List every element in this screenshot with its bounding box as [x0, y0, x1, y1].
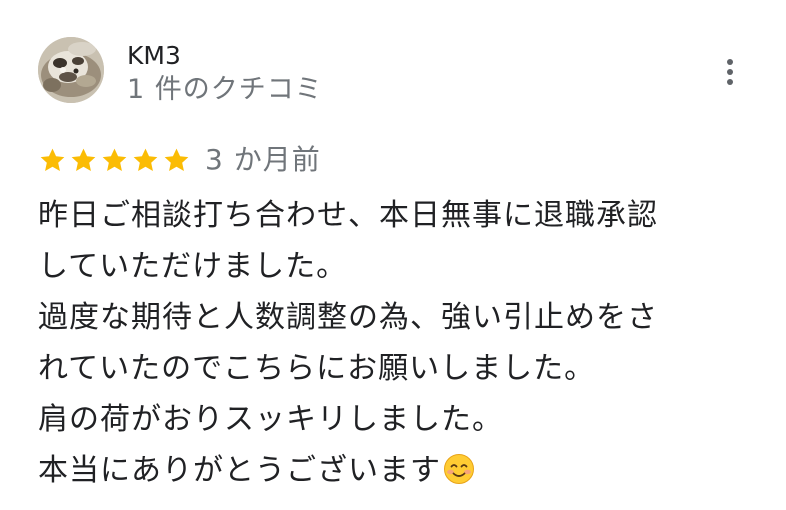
star-icon	[71, 148, 96, 171]
smiling-face-emoji	[443, 453, 475, 485]
more-vert-icon	[727, 59, 733, 85]
review-line: れていたのでこちらにお願いしました。	[38, 351, 596, 386]
star-icon	[133, 148, 158, 171]
star-icon	[40, 148, 65, 171]
star-rating	[38, 146, 191, 175]
rating-row: 3 か月前	[38, 140, 321, 180]
review-line: 肩の荷がおりスッキリしました。	[38, 402, 503, 437]
review-line: 過度な期待と人数調整の為、強い引止めをさ	[38, 300, 658, 335]
star-icon	[102, 148, 127, 171]
review-line-text: 本当にありがとうございます	[38, 453, 441, 488]
more-options-button[interactable]	[712, 52, 748, 92]
review-card: KM3 1 件のクチコミ 3 か月前 昨日ご相談打ち合わせ、本日無事に退職承認 …	[0, 0, 786, 510]
reviewer-name[interactable]: KM3	[127, 41, 181, 71]
review-line: 昨日ご相談打ち合わせ、本日無事に退職承認	[38, 198, 658, 233]
review-line: していただけました。	[38, 249, 348, 284]
avatar[interactable]	[38, 37, 104, 103]
review-line-last: 本当にありがとうございます	[38, 445, 768, 496]
review-date: 3 か月前	[205, 143, 321, 176]
avatar-photo	[38, 37, 104, 103]
review-text: 昨日ご相談打ち合わせ、本日無事に退職承認 していただけました。 過度な期待と人数…	[38, 190, 768, 496]
reviewer-review-count: 1 件のクチコミ	[127, 74, 323, 105]
star-icon	[164, 148, 189, 171]
